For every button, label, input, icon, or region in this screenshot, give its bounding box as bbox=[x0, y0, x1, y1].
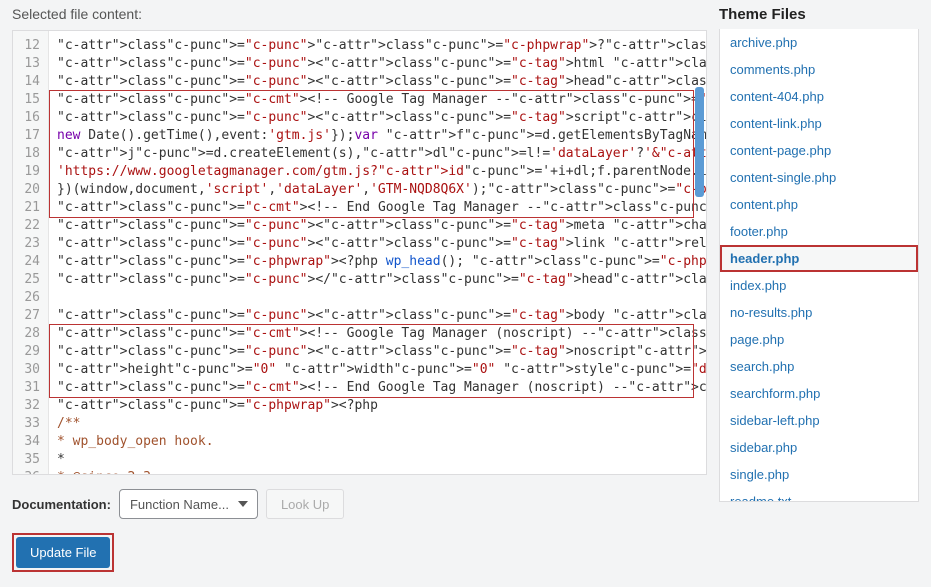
lookup-button[interactable]: Look Up bbox=[266, 489, 344, 519]
code-line[interactable]: "c-attr">j"c-punc">=d.createElement(s),"… bbox=[57, 145, 698, 163]
theme-file-item[interactable]: archive.php bbox=[720, 29, 918, 56]
theme-file-item[interactable]: sidebar.php bbox=[720, 434, 918, 461]
theme-file-item[interactable]: content-link.php bbox=[720, 110, 918, 137]
code-line[interactable]: "c-attr">class"c-punc">="c-punc">"c-attr… bbox=[57, 37, 698, 55]
theme-file-item[interactable]: no-results.php bbox=[720, 299, 918, 326]
theme-file-item[interactable]: sidebar-left.php bbox=[720, 407, 918, 434]
code-line[interactable]: "c-attr">class"c-punc">="c-punc"><"c-att… bbox=[57, 217, 698, 235]
code-line[interactable] bbox=[57, 289, 698, 307]
code-line[interactable]: "c-attr">class"c-punc">="c-punc"><"c-att… bbox=[57, 343, 698, 361]
function-name-select[interactable]: Function Name... bbox=[119, 489, 258, 519]
theme-file-item[interactable]: readme.txt bbox=[720, 488, 918, 502]
gutter: 1213141516171819202122232425262728293031… bbox=[13, 31, 49, 474]
theme-file-item[interactable]: content-single.php bbox=[720, 164, 918, 191]
code-line[interactable]: "c-attr">class"c-punc">="c-cmt"><!-- Goo… bbox=[57, 91, 698, 109]
code-line[interactable]: * @since 2.3 bbox=[57, 469, 698, 474]
documentation-label: Documentation: bbox=[12, 497, 111, 512]
code-line[interactable]: "c-attr">class"c-punc">="c-phpwrap"><?ph… bbox=[57, 253, 698, 271]
code-line[interactable]: "c-attr">class"c-punc">="c-punc"></"c-at… bbox=[57, 271, 698, 289]
code-area[interactable]: "c-attr">class"c-punc">="c-punc">"c-attr… bbox=[49, 31, 706, 474]
code-line[interactable]: "c-attr">class"c-punc">="c-punc"><"c-att… bbox=[57, 55, 698, 73]
code-line[interactable]: * wp_body_open hook. bbox=[57, 433, 698, 451]
code-line[interactable]: "c-attr">class"c-punc">="c-cmt"><!-- Goo… bbox=[57, 325, 698, 343]
theme-file-item[interactable]: header.php bbox=[720, 245, 918, 272]
selected-file-label: Selected file content: bbox=[12, 6, 707, 22]
theme-file-item[interactable]: index.php bbox=[720, 272, 918, 299]
code-line[interactable]: "c-attr">class"c-punc">="c-punc"><"c-att… bbox=[57, 109, 698, 127]
code-line[interactable]: new Date().getTime(),event:'gtm.js'});va… bbox=[57, 127, 698, 145]
theme-file-item[interactable]: comments.php bbox=[720, 56, 918, 83]
code-editor[interactable]: 1213141516171819202122232425262728293031… bbox=[12, 30, 707, 475]
scrollbar[interactable] bbox=[695, 87, 704, 197]
code-line[interactable]: "c-attr">class"c-punc">="c-punc"><"c-att… bbox=[57, 73, 698, 91]
code-line[interactable]: })(window,document,'script','dataLayer',… bbox=[57, 181, 698, 199]
code-line[interactable]: "c-attr">class"c-punc">="c-punc"><"c-att… bbox=[57, 307, 698, 325]
code-line[interactable]: /** bbox=[57, 415, 698, 433]
theme-file-item[interactable]: searchform.php bbox=[720, 380, 918, 407]
theme-file-item[interactable]: page.php bbox=[720, 326, 918, 353]
code-line[interactable]: "c-attr">class"c-punc">="c-cmt"><!-- End… bbox=[57, 199, 698, 217]
theme-file-item[interactable]: single.php bbox=[720, 461, 918, 488]
update-file-button[interactable]: Update File bbox=[16, 537, 110, 568]
code-line[interactable]: 'https://www.googletagmanager.com/gtm.js… bbox=[57, 163, 698, 181]
theme-file-item[interactable]: content-404.php bbox=[720, 83, 918, 110]
code-line[interactable]: * bbox=[57, 451, 698, 469]
code-line[interactable]: "c-attr">class"c-punc">="c-punc"><"c-att… bbox=[57, 235, 698, 253]
theme-files-heading: Theme Files bbox=[719, 6, 919, 23]
theme-file-item[interactable]: content.php bbox=[720, 191, 918, 218]
theme-file-item[interactable]: content-page.php bbox=[720, 137, 918, 164]
theme-file-item[interactable]: footer.php bbox=[720, 218, 918, 245]
theme-file-list: archive.phpcomments.phpcontent-404.phpco… bbox=[719, 29, 919, 502]
theme-file-item[interactable]: search.php bbox=[720, 353, 918, 380]
code-line[interactable]: "c-attr">class"c-punc">="c-phpwrap"><?ph… bbox=[57, 397, 698, 415]
code-line[interactable]: "c-attr">height"c-punc">="0" "c-attr">wi… bbox=[57, 361, 698, 379]
code-line[interactable]: "c-attr">class"c-punc">="c-cmt"><!-- End… bbox=[57, 379, 698, 397]
